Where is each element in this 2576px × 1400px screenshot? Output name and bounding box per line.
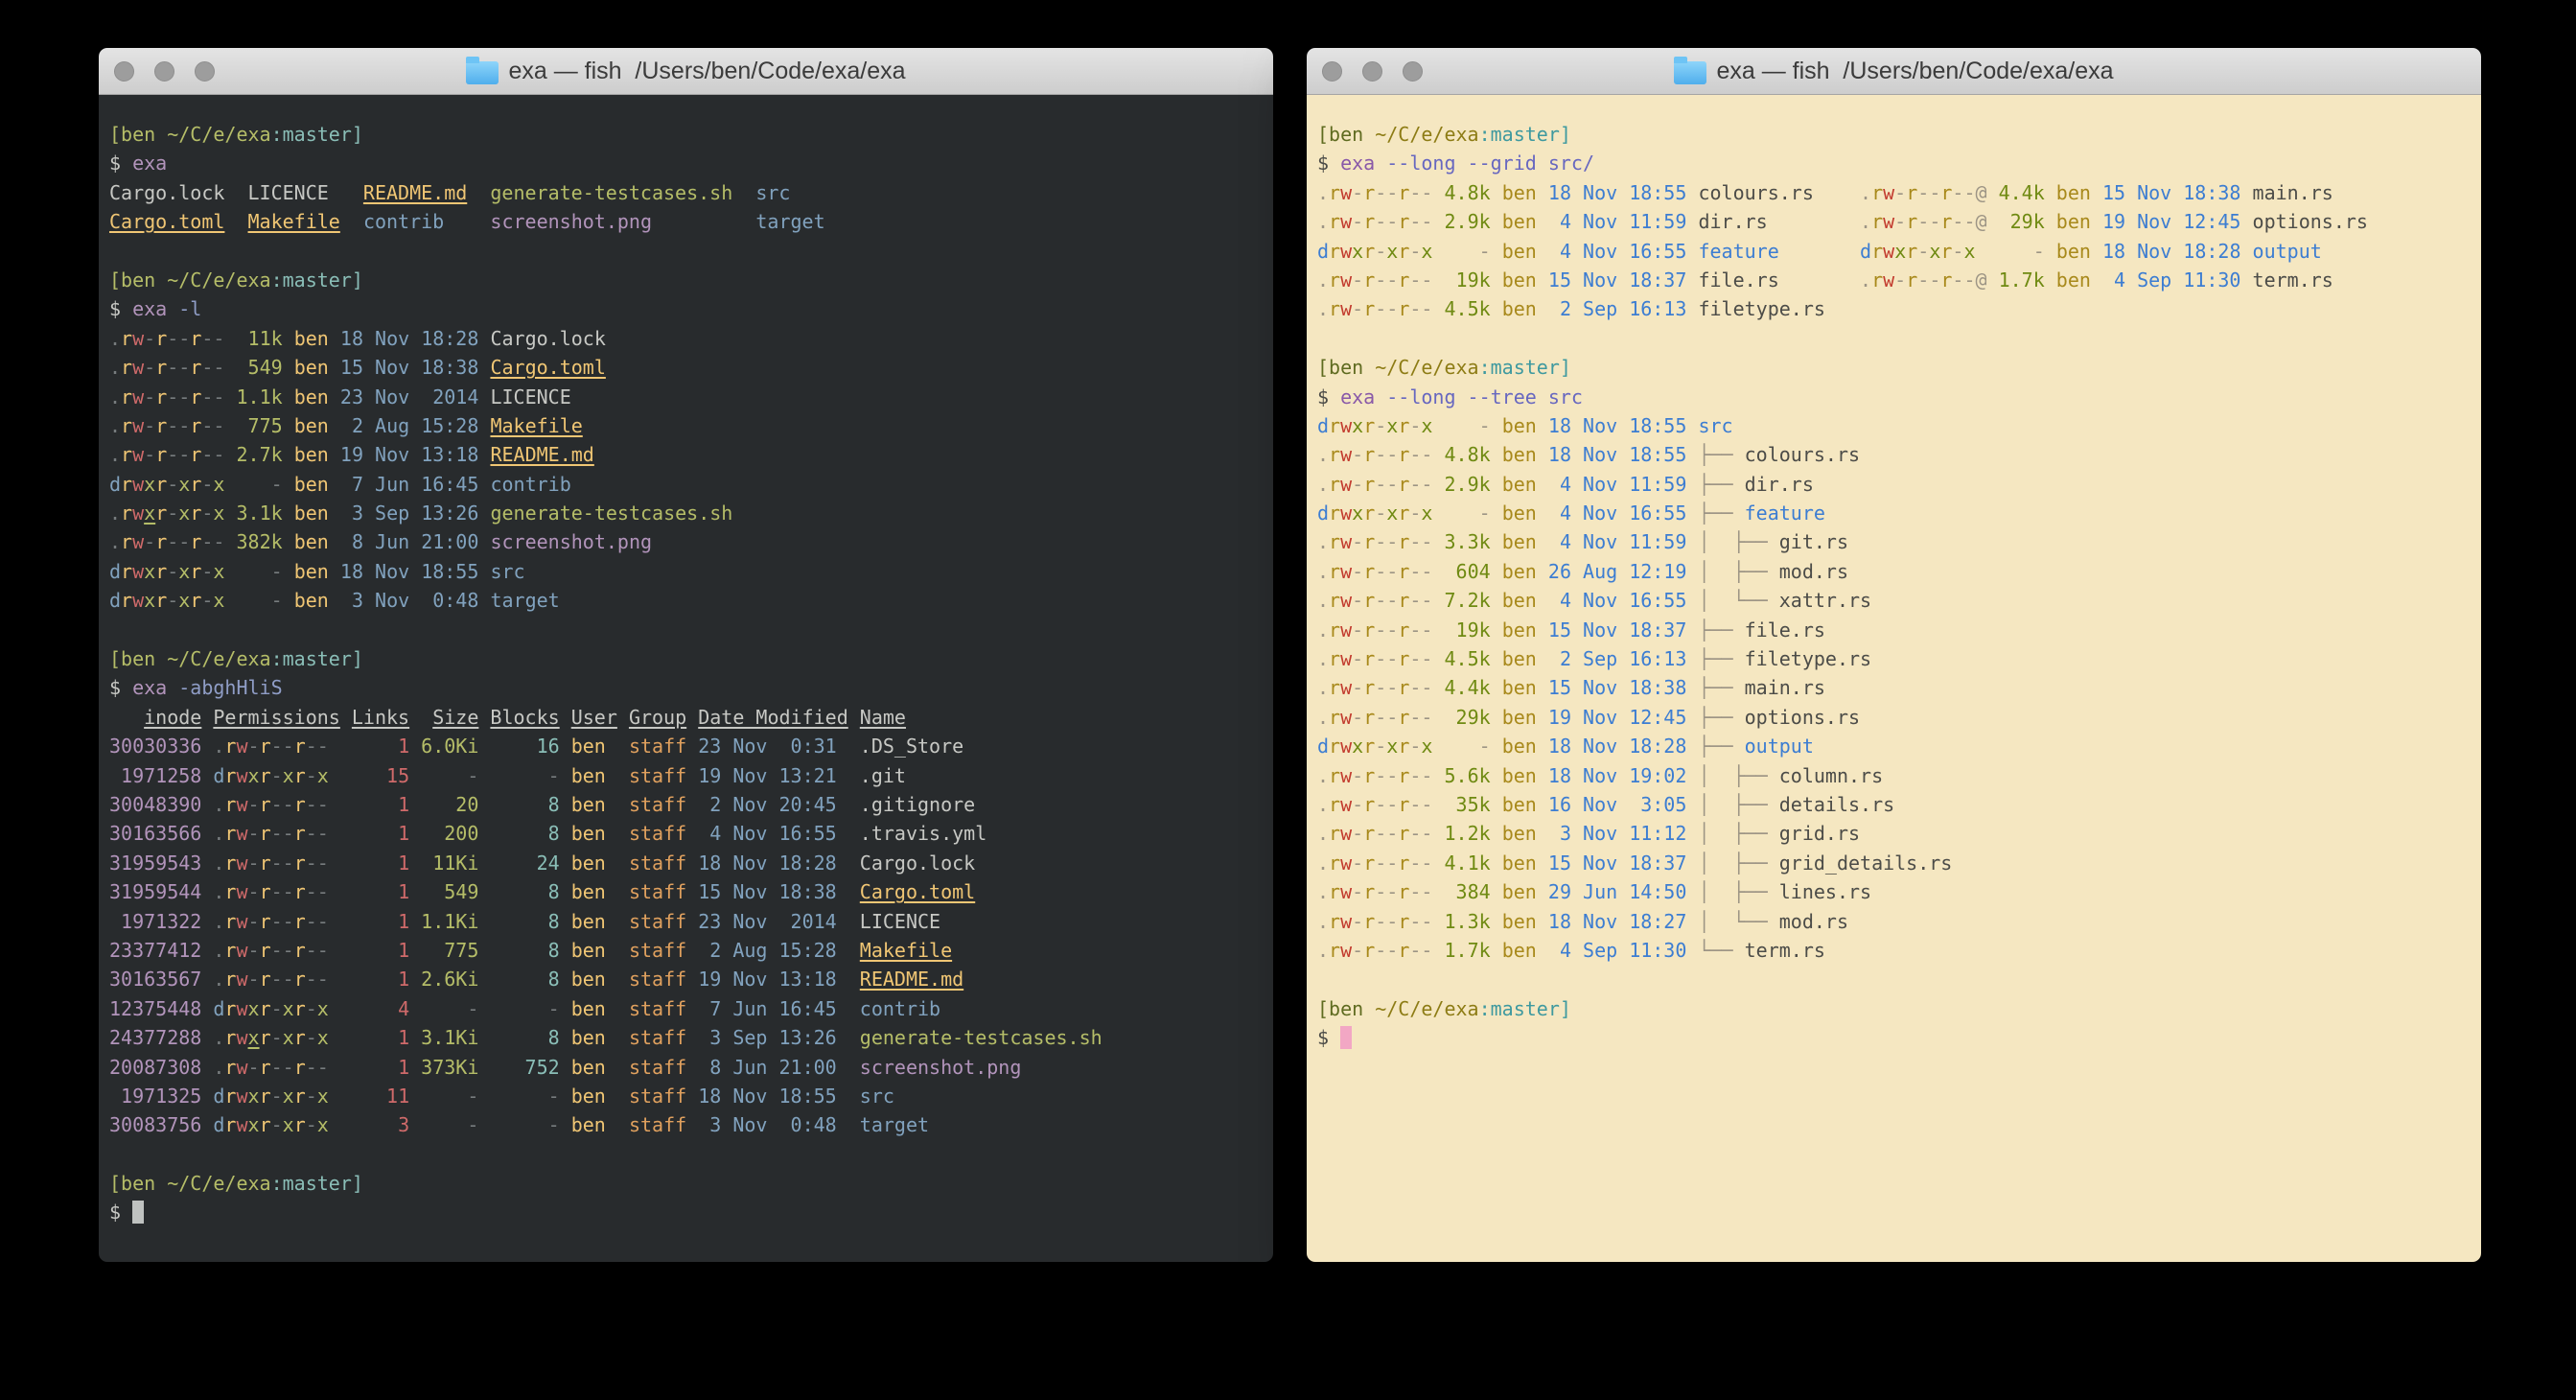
- terminal-line: .rw-r--r-- 2.7k ben 19 Nov 13:18 README.…: [109, 440, 1265, 469]
- terminal-line: Cargo.lock LICENCE README.md generate-te…: [109, 178, 1265, 207]
- terminal-line: 30163567 .rw-r--r-- 1 2.6Ki 8 ben staff …: [109, 965, 1265, 993]
- terminal-line: .rwxr-xr-x 3.1k ben 3 Sep 13:26 generate…: [109, 499, 1265, 527]
- titlebar[interactable]: exa — fish /Users/ben/Code/exa/exa: [99, 48, 1273, 95]
- terminal-line: $ exa: [109, 149, 1265, 177]
- close-button[interactable]: [114, 61, 134, 82]
- terminal-line: .rw-r--r-- 4.8k ben 18 Nov 18:55 colours…: [1317, 178, 2473, 207]
- terminal-line: 30030336 .rw-r--r-- 1 6.0Ki 16 ben staff…: [109, 732, 1265, 760]
- cursor-block: [132, 1201, 144, 1224]
- terminal-line: drwxr-xr-x - ben 4 Nov 16:55 ├── feature: [1317, 499, 2473, 527]
- terminal-line: .rw-r--r-- 19k ben 15 Nov 18:37 file.rs …: [1317, 266, 2473, 294]
- terminal-screen-light[interactable]: [ben ~/C/e/exa:master]$ exa --long --gri…: [1307, 95, 2481, 1262]
- terminal-line: .rw-r--r-- 7.2k ben 4 Nov 16:55 │ └── xa…: [1317, 586, 2473, 615]
- terminal-window-dark: exa — fish /Users/ben/Code/exa/exa [ben …: [99, 48, 1273, 1262]
- terminal-line: .rw-r--r-- 549 ben 15 Nov 18:38 Cargo.to…: [109, 353, 1265, 382]
- titlebar[interactable]: exa — fish /Users/ben/Code/exa/exa: [1307, 48, 2481, 95]
- traffic-lights: [114, 61, 215, 82]
- terminal-line: .rw-r--r-- 11k ben 18 Nov 18:28 Cargo.lo…: [109, 324, 1265, 353]
- terminal-line: $: [109, 1198, 1265, 1226]
- cursor-block: [1340, 1026, 1352, 1049]
- terminal-line: Cargo.toml Makefile contrib screenshot.p…: [109, 207, 1265, 236]
- terminal-line: drwxr-xr-x - ben 18 Nov 18:55 src: [1317, 411, 2473, 440]
- terminal-line: .rw-r--r-- 35k ben 16 Nov 3:05 │ ├── det…: [1317, 790, 2473, 819]
- terminal-line: 31959543 .rw-r--r-- 1 11Ki 24 ben staff …: [109, 849, 1265, 877]
- terminal-line: .rw-r--r-- 4.1k ben 15 Nov 18:37 │ ├── g…: [1317, 849, 2473, 877]
- terminal-line: $ exa -l: [109, 294, 1265, 323]
- zoom-button[interactable]: [195, 61, 215, 82]
- terminal-line: [ben ~/C/e/exa:master]: [109, 644, 1265, 673]
- terminal-line: [1317, 965, 2473, 993]
- terminal-line: .rw-r--r-- 1.2k ben 3 Nov 11:12 │ ├── gr…: [1317, 819, 2473, 848]
- terminal-line: [ben ~/C/e/exa:master]: [109, 120, 1265, 149]
- terminal-line: .rw-r--r-- 29k ben 19 Nov 12:45 ├── opti…: [1317, 703, 2473, 732]
- window-title: exa — fish /Users/ben/Code/exa/exa: [508, 58, 905, 85]
- terminal-line: .rw-r--r-- 382k ben 8 Jun 21:00 screensh…: [109, 527, 1265, 556]
- terminal-line: inode Permissions Links Size Blocks User…: [109, 703, 1265, 732]
- terminal-line: drwxr-xr-x - ben 18 Nov 18:55 src: [109, 557, 1265, 586]
- terminal-line: 30083756 drwxr-xr-x 3 - - ben staff 3 No…: [109, 1110, 1265, 1139]
- zoom-button[interactable]: [1403, 61, 1423, 82]
- terminal-line: 12375448 drwxr-xr-x 4 - - ben staff 7 Ju…: [109, 994, 1265, 1023]
- terminal-line: drwxr-xr-x - ben 4 Nov 16:55 feature drw…: [1317, 237, 2473, 266]
- close-button[interactable]: [1322, 61, 1342, 82]
- terminal-screen-dark[interactable]: [ben ~/C/e/exa:master]$ exaCargo.lock LI…: [99, 95, 1273, 1262]
- terminal-line: 23377412 .rw-r--r-- 1 775 8 ben staff 2 …: [109, 936, 1265, 965]
- terminal-line: .rw-r--r-- 775 ben 2 Aug 15:28 Makefile: [109, 411, 1265, 440]
- minimize-button[interactable]: [154, 61, 174, 82]
- desktop: { "page_bg": "#000000", "chrome": { "tit…: [0, 0, 2576, 1400]
- terminal-line: $: [1317, 1023, 2473, 1052]
- terminal-line: [ben ~/C/e/exa:master]: [1317, 353, 2473, 382]
- terminal-line: .rw-r--r-- 19k ben 15 Nov 18:37 ├── file…: [1317, 616, 2473, 644]
- folder-icon: [466, 61, 499, 84]
- terminal-line: [ben ~/C/e/exa:master]: [109, 266, 1265, 294]
- terminal-line: .rw-r--r-- 5.6k ben 18 Nov 19:02 │ ├── c…: [1317, 761, 2473, 790]
- terminal-line: 1971325 drwxr-xr-x 11 - - ben staff 18 N…: [109, 1082, 1265, 1110]
- terminal-line: [ben ~/C/e/exa:master]: [109, 1169, 1265, 1198]
- terminal-line: [109, 1140, 1265, 1169]
- terminal-line: 1971258 drwxr-xr-x 15 - - ben staff 19 N…: [109, 761, 1265, 790]
- terminal-line: .rw-r--r-- 2.9k ben 4 Nov 11:59 ├── dir.…: [1317, 470, 2473, 499]
- minimize-button[interactable]: [1362, 61, 1382, 82]
- terminal-line: 30048390 .rw-r--r-- 1 20 8 ben staff 2 N…: [109, 790, 1265, 819]
- terminal-line: .rw-r--r-- 1.7k ben 4 Sep 11:30 └── term…: [1317, 936, 2473, 965]
- terminal-line: .rw-r--r-- 4.8k ben 18 Nov 18:55 ├── col…: [1317, 440, 2473, 469]
- terminal-line: .rw-r--r-- 1.1k ben 23 Nov 2014 LICENCE: [109, 383, 1265, 411]
- terminal-line: .rw-r--r-- 1.3k ben 18 Nov 18:27 │ └── m…: [1317, 907, 2473, 936]
- terminal-line: [109, 616, 1265, 644]
- terminal-line: [109, 237, 1265, 266]
- terminal-line: 24377288 .rwxr-xr-x 1 3.1Ki 8 ben staff …: [109, 1023, 1265, 1052]
- terminal-line: 1971322 .rw-r--r-- 1 1.1Ki 8 ben staff 2…: [109, 907, 1265, 936]
- terminal-line: $ exa --long --tree src: [1317, 383, 2473, 411]
- terminal-line: .rw-r--r-- 4.5k ben 2 Sep 16:13 ├── file…: [1317, 644, 2473, 673]
- terminal-line: .rw-r--r-- 3.3k ben 4 Nov 11:59 │ ├── gi…: [1317, 527, 2473, 556]
- terminal-line: drwxr-xr-x - ben 7 Jun 16:45 contrib: [109, 470, 1265, 499]
- terminal-line: .rw-r--r-- 604 ben 26 Aug 12:19 │ ├── mo…: [1317, 557, 2473, 586]
- window-title: exa — fish /Users/ben/Code/exa/exa: [1716, 58, 2113, 85]
- traffic-lights: [1322, 61, 1423, 82]
- terminal-line: [ben ~/C/e/exa:master]: [1317, 120, 2473, 149]
- terminal-line: .rw-r--r-- 384 ben 29 Jun 14:50 │ ├── li…: [1317, 877, 2473, 906]
- terminal-line: drwxr-xr-x - ben 18 Nov 18:28 ├── output: [1317, 732, 2473, 760]
- terminal-line: $ exa -abghHliS: [109, 673, 1265, 702]
- terminal-line: $ exa --long --grid src/: [1317, 149, 2473, 177]
- terminal-line: .rw-r--r-- 4.5k ben 2 Sep 16:13 filetype…: [1317, 294, 2473, 323]
- terminal-line: [ben ~/C/e/exa:master]: [1317, 994, 2473, 1023]
- terminal-line: drwxr-xr-x - ben 3 Nov 0:48 target: [109, 586, 1265, 615]
- terminal-line: .rw-r--r-- 2.9k ben 4 Nov 11:59 dir.rs .…: [1317, 207, 2473, 236]
- terminal-line: .rw-r--r-- 4.4k ben 15 Nov 18:38 ├── mai…: [1317, 673, 2473, 702]
- folder-icon: [1674, 61, 1706, 84]
- terminal-line: [1317, 324, 2473, 353]
- terminal-line: 30163566 .rw-r--r-- 1 200 8 ben staff 4 …: [109, 819, 1265, 848]
- terminal-line: 31959544 .rw-r--r-- 1 549 8 ben staff 15…: [109, 877, 1265, 906]
- terminal-window-light: exa — fish /Users/ben/Code/exa/exa [ben …: [1307, 48, 2481, 1262]
- terminal-line: 20087308 .rw-r--r-- 1 373Ki 752 ben staf…: [109, 1053, 1265, 1082]
